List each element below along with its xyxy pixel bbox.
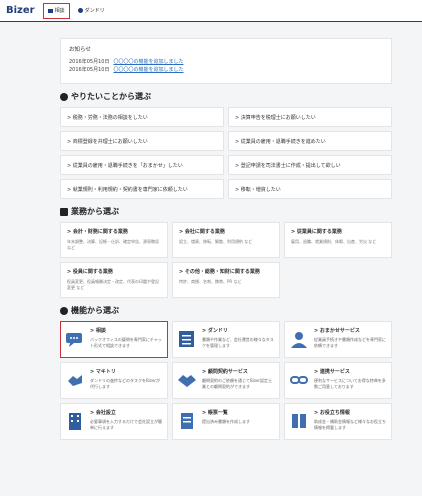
tab-consult-label: 相談 [54, 8, 65, 14]
todo-item[interactable]: > 就業規則・利用規約・契約書を専門家に依頼したい [60, 179, 224, 199]
logo[interactable]: Bizer [6, 5, 35, 16]
notice-link[interactable]: 〇〇〇〇の機能を追加しました [113, 59, 183, 65]
business-card[interactable]: > 従業員に関する業務 雇用、退職、就業規則、休暇、出産、労災 など [284, 222, 392, 258]
handshake-icon [178, 375, 196, 387]
todo-item[interactable]: > 商標登録を弁理士にお願いしたい [60, 131, 224, 151]
todo-grid: > 税務・労務・法務の相談をしたい > 決算申告を税理士にお願いしたい > 商標… [60, 107, 392, 199]
cog-icon [60, 306, 68, 315]
document-icon [181, 413, 193, 429]
feature-card-oyakudachi[interactable]: > お役立ち情報 助成金・補助金情報など様々なお役立ち情報を掲載します [284, 403, 392, 440]
gear-icon [60, 92, 68, 101]
chat-icon [47, 8, 53, 13]
todo-item[interactable]: > 移転・増資したい [228, 179, 392, 199]
feature-card-setsuritsu[interactable]: > 会社設立 必要事項を入力するだけで会社設立が簡単に行えます [60, 403, 168, 440]
section-features-title: 機能から選ぶ [60, 305, 392, 316]
feature-card-komon[interactable]: > 顧問契約サービス 顧問契約のご依頼を通じてBizer認定士業との顧問契約ができ… [172, 362, 280, 399]
tab-dandori-label: ダンドリ [84, 8, 105, 14]
notice-box: お知らせ 2016年05月10日 〇〇〇〇の機能を追加しました 2016年05月1… [60, 38, 392, 84]
book-icon [292, 414, 306, 428]
top-navbar: Bizer 相談 ダンドリ [0, 0, 422, 22]
check-circle-icon [77, 8, 83, 13]
link-icon [290, 376, 308, 384]
section-todo-title: やりたいことから選ぶ [60, 91, 392, 102]
business-card[interactable]: > 役員に関する業務 役員変更、役員報酬決定・改定、代表の印鑑や登記変更 など [60, 262, 168, 298]
todo-item[interactable]: > 従業員の雇用・退職手続きを進めたい [228, 131, 392, 151]
todo-item[interactable]: > 登記申請を司法書士に作成・提出して欲しい [228, 155, 392, 175]
checklist-icon [179, 331, 194, 347]
calendar-icon [60, 207, 68, 216]
feature-grid: > 相談 バックオフィスの疑問を専門家にチャット形式で相談できます > ダンドリ書… [60, 321, 392, 440]
person-icon [291, 332, 307, 348]
business-card[interactable]: > 会計・財務に関する業務 年末調整、決算、記帳・仕訳、確定申告、源泉徴収 など [60, 222, 168, 258]
notice-link[interactable]: 〇〇〇〇の機能を追加しました [113, 67, 183, 73]
business-grid: > 会計・財務に関する業務 年末調整、決算、記帳・仕訳、確定申告、源泉徴収 など… [60, 222, 392, 298]
business-card[interactable]: > その他・総務・知財に関する業務 特許、商標、名刺、携帯、PR など [172, 262, 280, 298]
notice-date: 2016年05月10日 [69, 67, 110, 73]
section-business-title: 業務から選ぶ [60, 206, 392, 217]
building-icon [69, 413, 81, 430]
tab-dandori[interactable]: ダンドリ [74, 3, 109, 19]
notice-item: 2016年05月10日 〇〇〇〇の機能を追加しました [69, 58, 383, 66]
todo-item[interactable]: > 決算申告を税理士にお願いしたい [228, 107, 392, 127]
notice-date: 2016年05月10日 [69, 59, 110, 65]
feature-card-makitori[interactable]: > マキトリ ダンドリの進捗などのタスクをBizerが代行します [60, 362, 168, 399]
main-content: お知らせ 2016年05月10日 〇〇〇〇の機能を追加しました 2016年05月1… [60, 38, 392, 440]
business-card[interactable]: > 会社に関する業務 設立、増資、移転、解散、利用規約 など [172, 222, 280, 258]
feature-card-chohyo[interactable]: > 帳票一覧 提出済み書類を作成します [172, 403, 280, 440]
feature-card-omakase[interactable]: > おまかせサービス 従業員手続きや書類作成などを専門家に依頼できます [284, 321, 392, 358]
feature-card-consult[interactable]: > 相談 バックオフィスの疑問を専門家にチャット形式で相談できます [60, 321, 168, 358]
feature-card-dandori[interactable]: > ダンドリ 書類や作業など、会社運営の様々なタスクを管理します [172, 321, 280, 358]
todo-item[interactable]: > 従業員の雇用・退職手続きを「おまかせ」したい [60, 155, 224, 175]
hand-icon [68, 375, 82, 386]
todo-item[interactable]: > 税務・労務・法務の相談をしたい [60, 107, 224, 127]
tab-consult[interactable]: 相談 [42, 2, 70, 19]
notice-title: お知らせ [69, 47, 91, 53]
notice-item: 2016年05月10日 〇〇〇〇の機能を追加しました [69, 66, 383, 74]
feature-card-renkei[interactable]: > 連携サービス 便利なサービスについてお得な特典を多数ご用意しております [284, 362, 392, 399]
chat-bubble-icon [66, 333, 82, 347]
